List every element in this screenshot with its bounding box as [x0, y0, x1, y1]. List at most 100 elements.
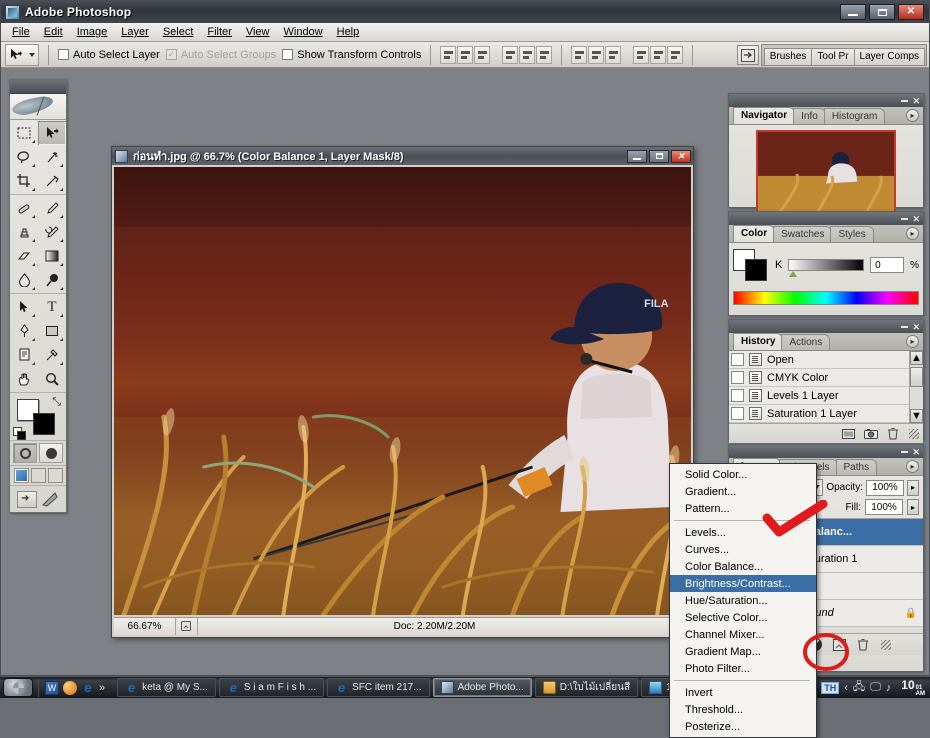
distribute-top-icon[interactable] — [571, 45, 588, 64]
path-selection-icon[interactable] — [10, 295, 38, 319]
gradient-icon[interactable] — [38, 244, 66, 268]
history-minimize-icon[interactable] — [901, 325, 909, 328]
align-left-icon[interactable] — [502, 45, 519, 64]
tab-paths[interactable]: Paths — [835, 459, 878, 475]
start-button-icon[interactable] — [3, 678, 33, 697]
maximize-button[interactable] — [869, 4, 895, 20]
layers-minimize-icon[interactable] — [901, 450, 909, 453]
tab-info[interactable]: Info — [793, 108, 826, 124]
history-state-open[interactable]: Open — [729, 351, 923, 369]
history-state-list[interactable]: Open CMYK Color Levels 1 Layer Saturatio… — [729, 351, 923, 423]
history-scroll-down-button[interactable]: ▼ — [910, 409, 923, 423]
history-source-checkbox[interactable] — [731, 353, 744, 366]
blur-icon[interactable] — [10, 268, 38, 292]
chevron-left-icon[interactable]: ‹ — [844, 682, 848, 694]
document-minimize-button[interactable] — [627, 149, 647, 163]
distribute-bottom-icon[interactable] — [605, 45, 622, 64]
tab-histogram[interactable]: Histogram — [823, 108, 886, 124]
internet-explorer-icon[interactable]: e — [81, 681, 95, 695]
document-close-button[interactable]: ✕ — [671, 149, 691, 163]
tab-styles[interactable]: Styles — [830, 226, 874, 242]
dodge-icon[interactable] — [38, 268, 66, 292]
magic-wand-icon[interactable] — [38, 145, 66, 169]
menu-item-brightness-contrast[interactable]: Brightness/Contrast... — [670, 575, 816, 592]
align-top-icon[interactable] — [440, 45, 457, 64]
navigator-palette-bar[interactable]: ✕ — [729, 94, 923, 107]
history-brush-icon[interactable] — [38, 220, 66, 244]
fill-value[interactable]: 100% — [865, 499, 903, 515]
chevron-down-icon[interactable] — [28, 52, 35, 57]
tab-navigator[interactable]: Navigator — [733, 107, 796, 124]
toolbox-drag-handle[interactable] — [10, 80, 66, 94]
healing-brush-icon[interactable] — [10, 196, 38, 220]
color-menu-icon[interactable]: ▸ — [906, 227, 919, 240]
color-palette-bar[interactable]: ✕ — [729, 212, 923, 225]
delete-layer-icon[interactable] — [855, 637, 871, 652]
fill-stepper[interactable]: ▸ — [907, 499, 919, 515]
opacity-stepper[interactable]: ▸ — [907, 479, 919, 496]
minimize-button[interactable] — [840, 4, 866, 20]
opacity-value[interactable]: 100% — [866, 479, 904, 496]
menu-item-levels[interactable]: Levels... — [670, 524, 816, 541]
history-scroll-thumb[interactable] — [910, 367, 923, 387]
document-zoom-value[interactable]: 66.67% — [114, 618, 176, 635]
menu-item-gradient-map[interactable]: Gradient Map... — [670, 643, 816, 660]
navigator-menu-icon[interactable]: ▸ — [906, 109, 919, 122]
eraser-icon[interactable] — [10, 244, 38, 268]
canvas-area[interactable]: FILA — [114, 167, 691, 615]
preview-icon[interactable] — [176, 618, 198, 635]
history-source-checkbox[interactable] — [731, 389, 744, 402]
taskbar-item-keta[interactable]: e keta @ My S... — [117, 678, 216, 697]
eyedropper-icon[interactable] — [38, 343, 66, 367]
color-close-icon[interactable]: ✕ — [912, 214, 920, 223]
menu-layer[interactable]: Layer — [114, 24, 156, 40]
hand-icon[interactable] — [10, 367, 38, 391]
display-icon[interactable]: 🖵 — [870, 681, 881, 694]
tab-actions[interactable]: Actions — [781, 334, 831, 350]
palette-well-tab-layer-comps[interactable]: Layer Comps — [853, 48, 925, 65]
auto-select-layer-checkbox[interactable] — [58, 49, 69, 60]
menu-edit[interactable]: Edit — [37, 24, 70, 40]
network-icon[interactable]: 🖧 — [853, 678, 865, 697]
shape-icon[interactable] — [38, 319, 66, 343]
menu-image[interactable]: Image — [70, 24, 115, 40]
show-transform-controls-checkbox[interactable] — [282, 49, 294, 60]
history-state-cmyk-color[interactable]: CMYK Color — [729, 369, 923, 387]
history-state-levels-1-layer[interactable]: Levels 1 Layer — [729, 387, 923, 405]
history-palette-bar[interactable]: ✕ — [729, 320, 923, 333]
color-background-swatch[interactable] — [745, 259, 767, 281]
distribute-vertical-center-icon[interactable] — [588, 45, 605, 64]
taskbar-item-siamfish[interactable]: e S i a m F i s h ... — [218, 678, 325, 697]
tab-swatches[interactable]: Swatches — [773, 226, 833, 242]
volume-icon[interactable]: ♪ — [886, 682, 892, 694]
standard-screen-icon[interactable] — [13, 468, 29, 483]
move-tool-icon[interactable] — [5, 43, 39, 66]
palette-well-tab-brushes[interactable]: Brushes — [763, 48, 813, 65]
history-source-checkbox[interactable] — [731, 407, 744, 420]
menu-help[interactable]: Help — [330, 24, 367, 40]
color-spectrum-ramp[interactable] — [733, 291, 919, 305]
new-document-from-state-icon[interactable] — [841, 427, 856, 441]
taskbar-item-sfc[interactable]: e SFC item 217... — [327, 678, 430, 697]
menu-item-gradient[interactable]: Gradient... — [670, 483, 816, 500]
document-maximize-button[interactable] — [649, 149, 669, 163]
distribute-right-icon[interactable] — [667, 45, 684, 64]
align-horizontal-center-icon[interactable] — [519, 45, 536, 64]
notes-icon[interactable] — [10, 343, 38, 367]
tab-color[interactable]: Color — [733, 225, 776, 242]
delete-state-icon[interactable] — [885, 427, 900, 441]
palette-well-tab-tool-presets[interactable]: Tool Pr — [811, 48, 855, 65]
menu-view[interactable]: View — [239, 24, 277, 40]
menu-item-solid-color[interactable]: Solid Color... — [670, 466, 816, 483]
show-transform-controls-option[interactable]: Show Transform Controls — [282, 49, 421, 61]
full-screen-icon[interactable] — [47, 468, 63, 483]
crop-icon[interactable] — [10, 169, 38, 193]
menu-window[interactable]: Window — [277, 24, 330, 40]
document-title-bar[interactable]: ก่อนทำ.jpg @ 66.7% (Color Balance 1, Lay… — [112, 147, 693, 165]
history-scrollbar[interactable]: ▲ ▼ — [909, 351, 923, 423]
default-colors-icon[interactable] — [13, 427, 26, 440]
word-icon[interactable]: W — [45, 680, 59, 695]
color-minimize-icon[interactable] — [901, 217, 909, 220]
align-vertical-center-icon[interactable] — [457, 45, 474, 64]
layers-resize-grip[interactable] — [881, 639, 891, 650]
